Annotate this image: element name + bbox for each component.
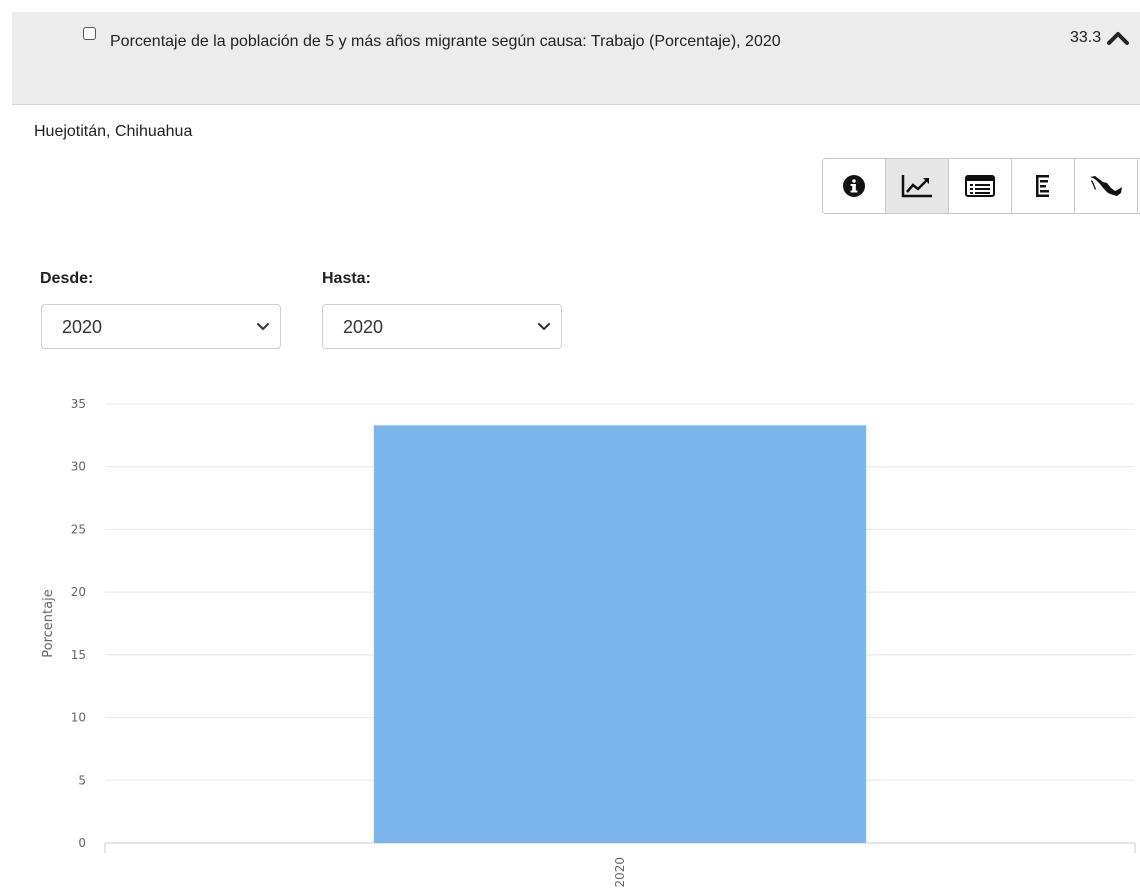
- table-view-button[interactable]: [949, 159, 1012, 213]
- hasta-label: Hasta:: [322, 270, 371, 287]
- info-icon: [843, 175, 865, 197]
- hasta-select[interactable]: 2020: [322, 304, 562, 349]
- chevron-up-icon[interactable]: [1106, 30, 1130, 46]
- desde-label: Desde:: [40, 270, 94, 287]
- y-axis-title: Porcentaje: [41, 589, 56, 657]
- y-tick-label: 15: [71, 648, 86, 662]
- indicator-header: Porcentaje de la población de 5 y más añ…: [12, 12, 1140, 105]
- chevron-down-icon: [257, 323, 269, 331]
- chart-view-button[interactable]: [886, 159, 949, 213]
- desde-select-value: 2020: [62, 317, 103, 337]
- info-button[interactable]: [823, 159, 886, 213]
- indicator-checkbox[interactable]: [83, 27, 96, 40]
- x-tick-label: 2020: [613, 857, 627, 888]
- indicator-value: 33.3: [1070, 29, 1102, 46]
- y-tick-label: 25: [71, 522, 86, 536]
- mexico-map-icon: [1090, 176, 1122, 196]
- bar-chart: 0 5 10 15 20 25 30 35 2020 Porcentaje: [41, 397, 1136, 888]
- y-tick-label: 20: [71, 585, 86, 599]
- location-label: Huejotitán, Chihuahua: [34, 123, 193, 140]
- hasta-select-value: 2020: [343, 317, 384, 337]
- chevron-down-icon: [538, 323, 550, 331]
- indicator-title: Porcentaje de la población de 5 y más añ…: [110, 33, 781, 50]
- map-view-button[interactable]: [1075, 159, 1138, 213]
- y-tick-label: 0: [78, 836, 86, 850]
- line-chart-icon: [901, 175, 932, 198]
- y-tick-label: 5: [78, 773, 86, 787]
- y-tick-label: 10: [71, 711, 86, 725]
- list-icon: [1036, 175, 1049, 197]
- view-toolbar: [822, 158, 1140, 214]
- y-tick-label: 35: [71, 397, 86, 411]
- bar: [373, 425, 867, 843]
- table-icon: [965, 175, 995, 197]
- ranking-view-button[interactable]: [1012, 159, 1075, 213]
- y-tick-label: 30: [71, 460, 86, 474]
- desde-select[interactable]: 2020: [41, 304, 281, 349]
